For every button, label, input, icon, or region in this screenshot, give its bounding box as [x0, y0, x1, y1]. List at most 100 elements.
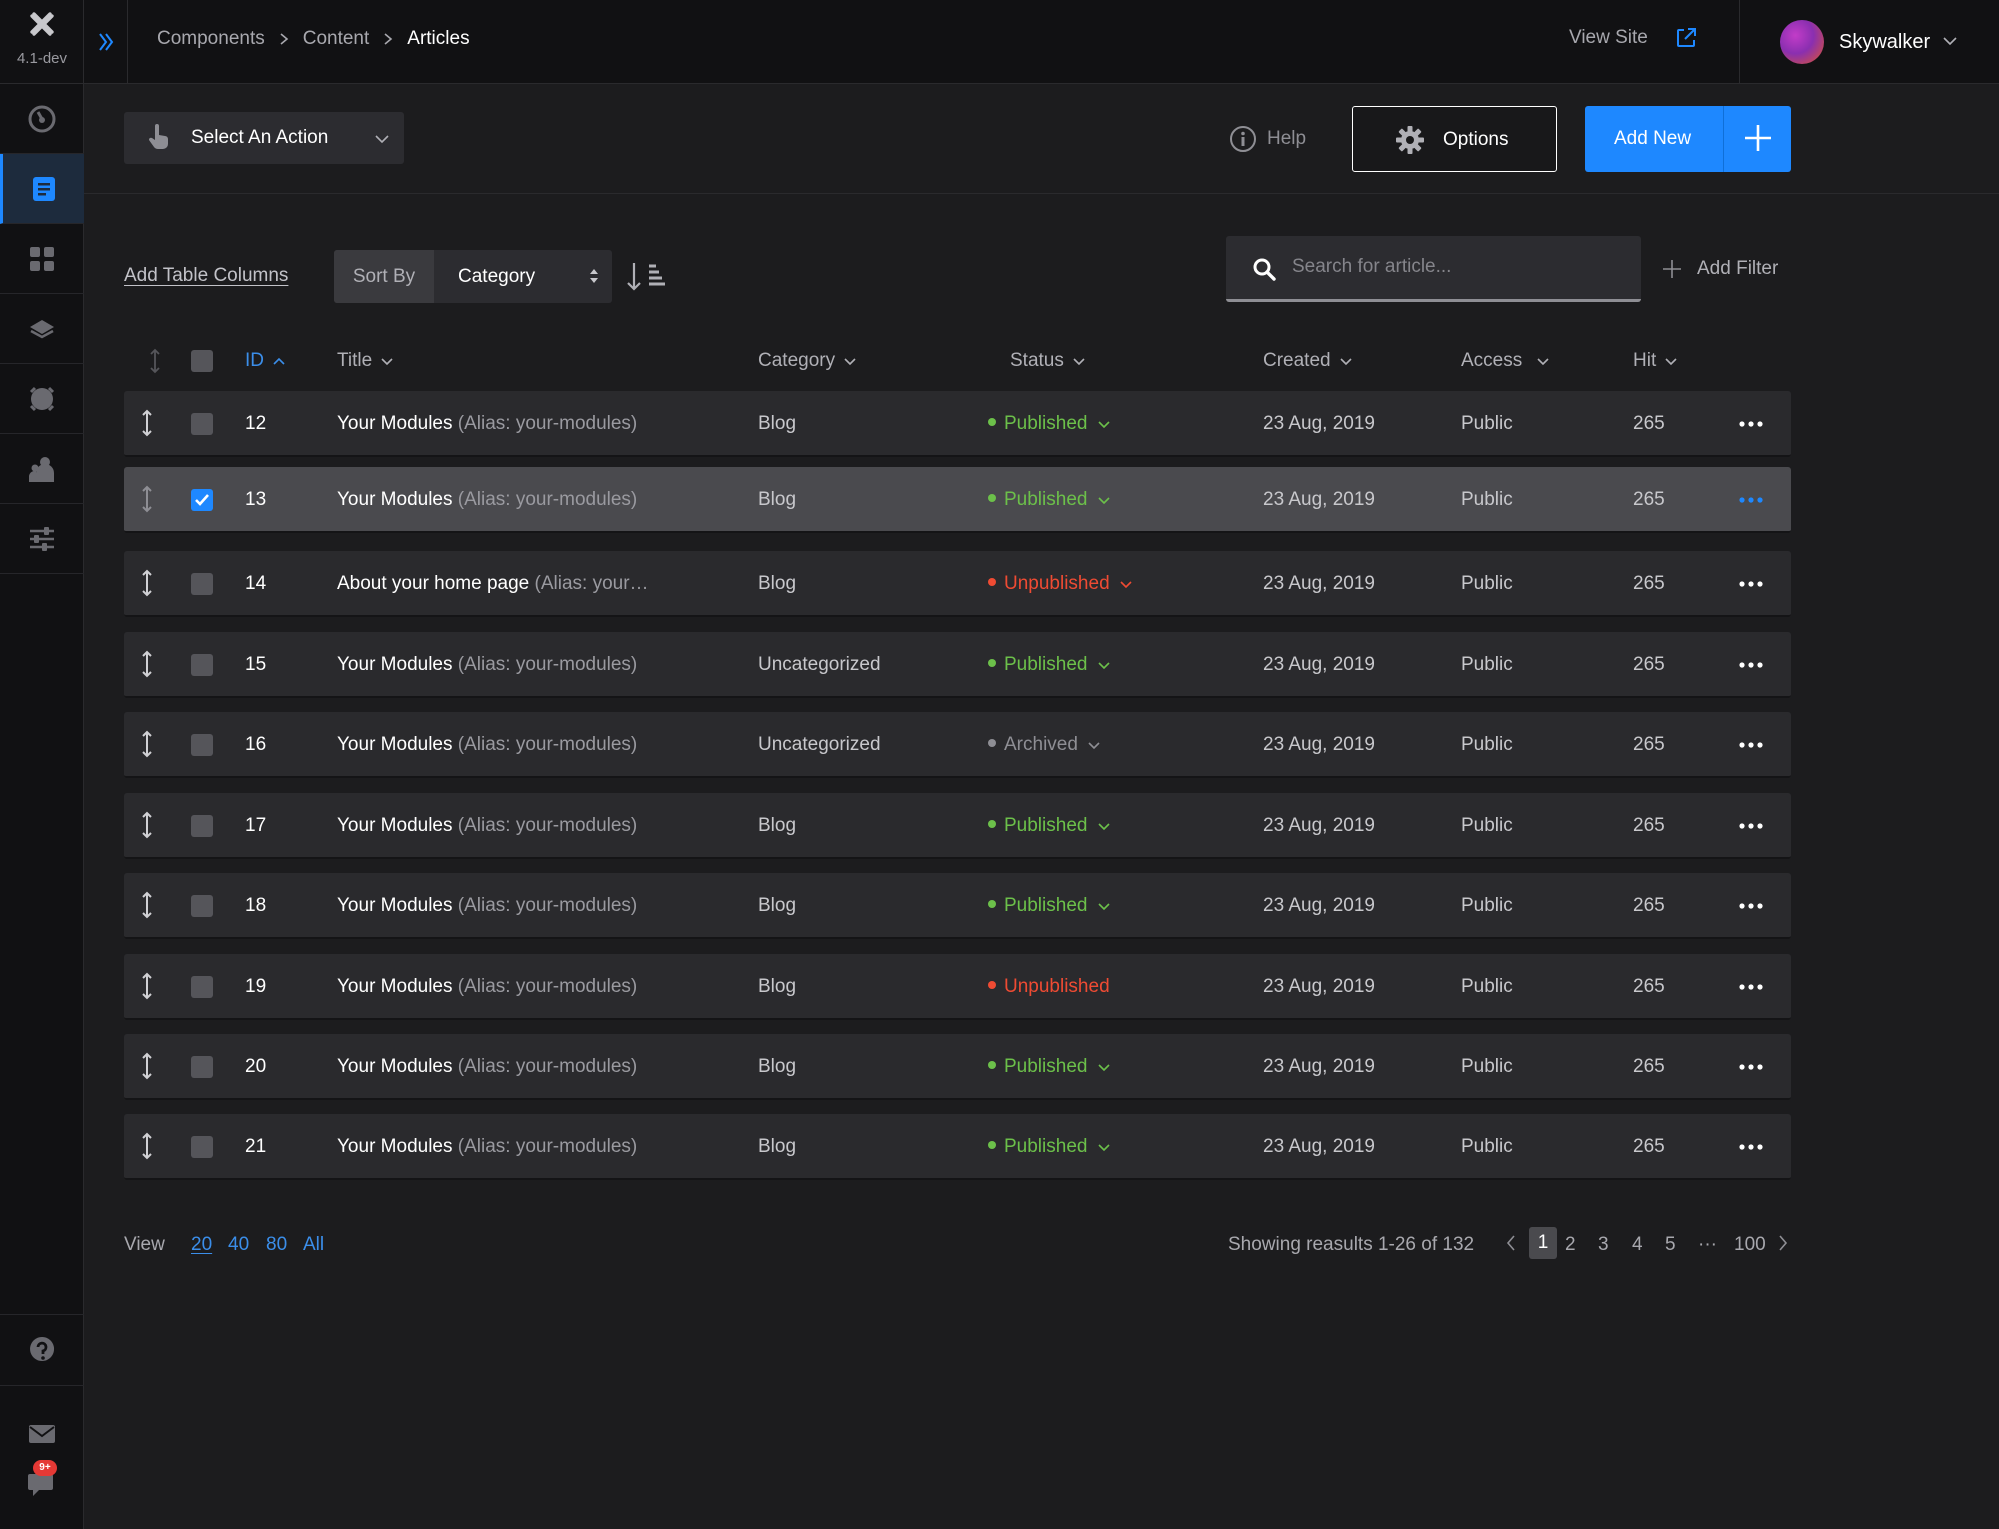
row-checkbox[interactable]	[191, 413, 213, 435]
table-row[interactable]: 13 Your Modules (Alias: your-modules) Blog…	[124, 467, 1791, 533]
sidebar-item-dashboard[interactable]	[0, 84, 84, 154]
cell-title[interactable]: Your Modules (Alias: your-modules)	[337, 1136, 637, 1158]
view-option-40[interactable]: 40	[228, 1234, 249, 1256]
page-1[interactable]: 1	[1529, 1227, 1557, 1259]
select-action-dropdown[interactable]: Select An Action	[124, 112, 404, 164]
sort-by-value[interactable]: Category	[434, 250, 612, 303]
chevron-left-icon[interactable]	[1505, 1233, 1517, 1253]
article-title[interactable]: Your Modules	[337, 815, 452, 836]
add-table-columns-link[interactable]: Add Table Columns	[124, 265, 288, 287]
article-title[interactable]: Your Modules	[337, 734, 452, 755]
more-options-icon[interactable]	[1739, 823, 1763, 829]
page-5[interactable]: 5	[1665, 1234, 1676, 1256]
sidebar-item-layers[interactable]	[0, 294, 84, 364]
table-row[interactable]: 17 Your Modules (Alias: your-modules) Blog…	[124, 793, 1791, 859]
table-row[interactable]: 14 About your home page (Alias: your… Blog…	[124, 551, 1791, 617]
table-row[interactable]: 19 Your Modules (Alias: your-modules) Blog…	[124, 954, 1791, 1020]
column-header-id[interactable]: ID	[245, 350, 286, 372]
article-title[interactable]: Your Modules	[337, 654, 452, 675]
breadcrumb-content[interactable]: Content	[303, 28, 370, 50]
row-checkbox[interactable]	[191, 489, 213, 511]
status-badge[interactable]: Published	[988, 654, 1111, 676]
chevron-down-icon[interactable]	[1942, 36, 1958, 46]
cell-title[interactable]: Your Modules (Alias: your-modules)	[337, 976, 637, 998]
drag-handle-icon[interactable]	[141, 485, 153, 513]
article-title[interactable]: Your Modules	[337, 413, 452, 434]
table-row[interactable]: 21 Your Modules (Alias: your-modules) Blog…	[124, 1114, 1791, 1180]
status-badge[interactable]: Archived	[988, 734, 1101, 756]
more-options-icon[interactable]	[1739, 984, 1763, 990]
column-header-status[interactable]: Status	[1010, 350, 1086, 372]
drag-handle-icon[interactable]	[141, 569, 153, 597]
article-title[interactable]: Your Modules	[337, 1056, 452, 1077]
article-title[interactable]: Your Modules	[337, 976, 452, 997]
column-header-title[interactable]: Title	[337, 350, 394, 372]
status-badge[interactable]: Published	[988, 413, 1111, 435]
row-checkbox[interactable]	[191, 734, 213, 756]
sort-by-select[interactable]: Sort By Category	[334, 250, 612, 303]
page-4[interactable]: 4	[1632, 1234, 1643, 1256]
sidebar-item-settings[interactable]	[0, 504, 84, 574]
view-option-80[interactable]: 80	[266, 1234, 287, 1256]
article-title[interactable]: Your Modules	[337, 489, 452, 510]
cell-title[interactable]: Your Modules (Alias: your-modules)	[337, 489, 637, 511]
drag-handle-icon[interactable]	[141, 409, 153, 437]
page-2[interactable]: 2	[1565, 1234, 1576, 1256]
view-site-link[interactable]: View Site	[1569, 27, 1648, 49]
row-checkbox[interactable]	[191, 1056, 213, 1078]
more-options-icon[interactable]	[1739, 742, 1763, 748]
search-field[interactable]	[1226, 236, 1641, 302]
more-options-icon[interactable]	[1739, 903, 1763, 909]
page-3[interactable]: 3	[1598, 1234, 1609, 1256]
table-row[interactable]: 18 Your Modules (Alias: your-modules) Blog…	[124, 873, 1791, 939]
drag-handle-icon[interactable]	[141, 1052, 153, 1080]
user-name[interactable]: Skywalker	[1839, 31, 1930, 54]
cell-title[interactable]: Your Modules (Alias: your-modules)	[337, 895, 637, 917]
sidebar-item-notifications[interactable]: 9+	[0, 1460, 84, 1504]
cell-title[interactable]: Your Modules (Alias: your-modules)	[337, 734, 637, 756]
row-checkbox[interactable]	[191, 895, 213, 917]
sidebar-item-users[interactable]	[0, 434, 84, 504]
more-options-icon[interactable]	[1739, 421, 1763, 427]
more-options-icon[interactable]	[1739, 581, 1763, 587]
status-badge[interactable]: Unpublished	[988, 573, 1133, 595]
logo[interactable]: 4.1-dev	[0, 0, 84, 84]
more-options-icon[interactable]	[1739, 497, 1763, 503]
sort-direction-icon[interactable]	[624, 259, 670, 293]
article-title[interactable]: Your Modules	[337, 895, 452, 916]
row-checkbox[interactable]	[191, 815, 213, 837]
cell-title[interactable]: About your home page (Alias: your…	[337, 573, 649, 595]
search-input[interactable]	[1292, 250, 1622, 284]
sidebar-item-modules[interactable]	[0, 224, 84, 294]
column-header-hit[interactable]: Hit	[1633, 350, 1678, 372]
column-header-created[interactable]: Created	[1263, 350, 1353, 372]
row-checkbox[interactable]	[191, 976, 213, 998]
more-options-icon[interactable]	[1739, 1144, 1763, 1150]
status-badge[interactable]: Published	[988, 815, 1111, 837]
status-badge[interactable]: Published	[988, 489, 1111, 511]
cell-title[interactable]: Your Modules (Alias: your-modules)	[337, 1056, 637, 1078]
breadcrumb-components[interactable]: Components	[157, 28, 265, 50]
view-option-all[interactable]: All	[303, 1234, 324, 1256]
more-options-icon[interactable]	[1739, 1064, 1763, 1070]
cell-title[interactable]: Your Modules (Alias: your-modules)	[337, 413, 637, 435]
status-badge[interactable]: Published	[988, 1056, 1111, 1078]
cell-title[interactable]: Your Modules (Alias: your-modules)	[337, 815, 637, 837]
avatar[interactable]	[1780, 20, 1824, 64]
sidebar-item-articles[interactable]	[0, 154, 84, 224]
drag-handle-icon[interactable]	[141, 811, 153, 839]
more-options-icon[interactable]	[1739, 662, 1763, 668]
sidebar-item-mail[interactable]	[0, 1414, 84, 1454]
row-checkbox[interactable]	[191, 654, 213, 676]
sidebar-item-help[interactable]	[0, 1314, 84, 1386]
external-link-icon[interactable]	[1674, 26, 1698, 50]
add-filter-button[interactable]: Add Filter	[1661, 258, 1778, 280]
table-row[interactable]: 16 Your Modules (Alias: your-modules) Unca…	[124, 712, 1791, 778]
drag-handle-icon[interactable]	[141, 730, 153, 758]
drag-handle-icon[interactable]	[141, 1132, 153, 1160]
table-row[interactable]: 20 Your Modules (Alias: your-modules) Blog…	[124, 1034, 1791, 1100]
page-100[interactable]: 100	[1734, 1234, 1766, 1256]
cell-title[interactable]: Your Modules (Alias: your-modules)	[337, 654, 637, 676]
column-header-category[interactable]: Category	[758, 350, 857, 372]
row-checkbox[interactable]	[191, 573, 213, 595]
